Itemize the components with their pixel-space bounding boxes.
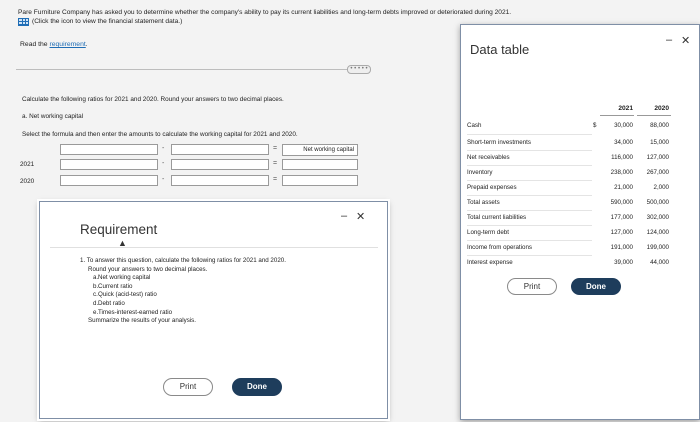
term2-input-2021[interactable] [171,159,269,170]
table-row: Long-term debt 127,000 124,000 [467,229,669,236]
row-divider [467,255,592,256]
year-label-2020: 2020 [20,178,35,185]
problem-statement: Pare Furniture Company has asked you to … [18,9,512,16]
row-divider [467,165,592,166]
print-button[interactable]: Print [507,278,557,295]
requirement-text: 1. To answer this question, calculate th… [80,257,286,326]
year-label-2021: 2021 [20,161,35,168]
result-input-2020[interactable] [282,175,358,186]
header-underline [600,115,634,116]
requirement-popup: – ✕ Requirement ▲ 1. To answer this ques… [39,201,388,419]
equals-sign: = [273,145,278,152]
requirement-item: d.Debt ratio [93,299,125,307]
done-button[interactable]: Done [232,378,282,396]
minus-sign: - [162,160,165,167]
requirement-item: e.Times-interest-earned ratio [93,308,173,316]
equals-sign: = [273,160,278,167]
term1-input-2020[interactable] [60,175,158,186]
column-header-2020: 2020 [654,105,669,112]
term2-input-2020[interactable] [171,175,269,186]
popup-title: Requirement [80,222,158,237]
requirement-instruction: 1. To answer this question, calculate th… [80,257,286,264]
row-divider [467,195,592,196]
table-row: Total current liabilities 177,000 302,00… [467,214,669,221]
requirement-rounding-note: Round your answers to two decimal places… [88,265,208,273]
part-label: a. Net working capital [22,113,84,120]
formula-term1-select[interactable] [60,144,158,155]
read-requirement: Read the requirement. [20,41,88,48]
requirement-item: a.Net working capital [93,274,151,282]
formula-instructions: Select the formula and then enter the am… [22,131,298,138]
table-row: Cash $ 30,000 88,000 [467,122,669,129]
formula-term2-select[interactable] [171,144,269,155]
term1-input-2021[interactable] [60,159,158,170]
row-divider [467,150,592,151]
minimize-icon[interactable]: – [666,34,672,46]
table-row: Total assets 590,000 500,000 [467,199,669,206]
minus-sign: - [162,176,165,183]
equals-sign: = [273,176,278,183]
result-header: Net working capital [282,144,358,156]
popup-title: Data table [470,42,530,57]
data-link-hint: (Click the icon to view the financial st… [32,18,183,25]
minus-sign: - [162,145,165,152]
table-grid-icon[interactable] [18,17,29,26]
requirement-item: c.Quick (acid-test) ratio [93,291,157,299]
row-divider [467,225,592,226]
column-header-2021: 2021 [618,105,633,112]
data-table-popup: – ✕ Data table 2021 2020 Cash $ 30,000 8… [460,24,700,420]
homework-page: Pare Furniture Company has asked you to … [0,0,700,422]
result-input-2021[interactable] [282,159,358,170]
table-row: Prepaid expenses 21,000 2,000 [467,184,669,191]
minimize-icon[interactable]: – [341,210,347,222]
row-divider [467,180,592,181]
table-row: Short-term investments 34,000 15,000 [467,139,669,146]
table-row: Income from operations 191,000 199,000 [467,244,669,251]
row-divider [467,210,592,211]
table-row: Inventory 238,000 267,000 [467,169,669,176]
done-button[interactable]: Done [571,278,621,295]
header-underline [637,115,671,116]
more-options-pill[interactable]: • • • • • [347,65,371,74]
close-icon[interactable]: ✕ [681,34,690,47]
close-icon[interactable]: ✕ [356,210,365,223]
requirement-item: b.Current ratio [93,282,133,290]
table-row: Interest expense 39,000 44,000 [467,259,669,266]
divider [16,69,368,70]
row-divider [467,134,592,135]
table-row: Net receivables 116,000 127,000 [467,154,669,161]
instructions: Calculate the following ratios for 2021 … [22,96,284,103]
print-button[interactable]: Print [163,378,213,396]
row-divider [467,240,592,241]
requirement-link[interactable]: requirement [49,41,85,48]
requirement-summary: Summarize the results of your analysis. [88,317,196,325]
